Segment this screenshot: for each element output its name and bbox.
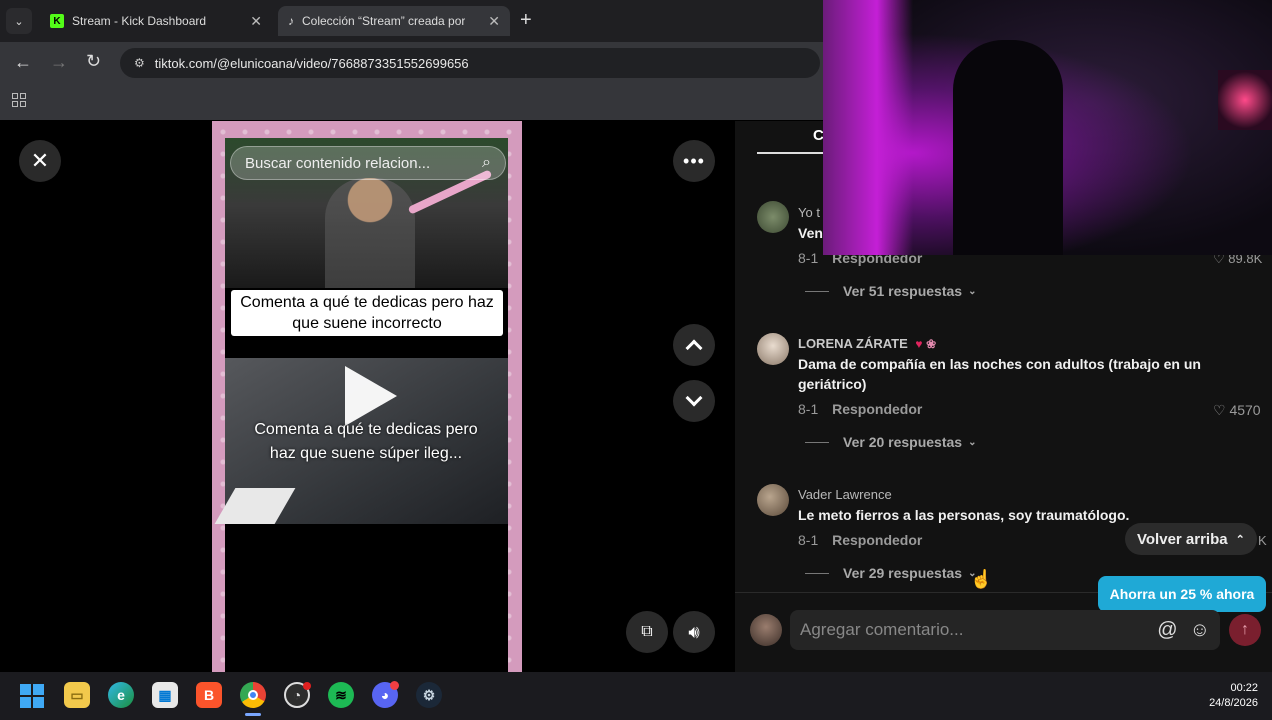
video-search-bar[interactable]: Buscar contenido relacion... ⌕: [230, 146, 506, 180]
chevron-down-icon: ⌄: [968, 285, 977, 297]
tab-label: Stream - Kick Dashboard: [72, 14, 207, 28]
notification-badge: [390, 681, 399, 690]
windows-start-icon[interactable]: [20, 684, 44, 708]
url-text: tiktok.com/@elunicoana/video/76688733515…: [154, 55, 469, 71]
reply-button[interactable]: Respondedor: [832, 532, 922, 548]
new-tab-button[interactable]: +: [520, 9, 532, 32]
comment-date: 8-1: [798, 532, 819, 548]
edge-icon[interactable]: e: [108, 682, 134, 708]
video-caption-bottom: Comenta a qué te dedicas pero haz que su…: [254, 421, 478, 462]
tab-label: Colección “Stream” creada por: [302, 14, 466, 28]
chevron-down-icon: [685, 389, 703, 407]
divider: [805, 441, 829, 443]
reply-button[interactable]: Respondedor: [832, 401, 922, 417]
comment-input[interactable]: Agregar comentario... @ ☺: [790, 610, 1220, 650]
previous-video-button[interactable]: [673, 324, 715, 366]
tab-kick-dashboard[interactable]: K Stream - Kick Dashboard ✕: [40, 6, 272, 36]
store-icon[interactable]: ▦: [152, 682, 178, 708]
tab-underline: [757, 152, 827, 154]
mouse-pointer-icon: ☝: [970, 569, 993, 589]
comment-author[interactable]: Yo t: [798, 205, 820, 220]
url-bar[interactable]: ⚙ tiktok.com/@elunicoana/video/766887335…: [120, 48, 820, 78]
clock[interactable]: 00:22 24/8/2026: [1190, 681, 1258, 711]
flower-emoji-icon: ❀: [926, 337, 937, 351]
comment-avatar[interactable]: [757, 333, 789, 365]
chevron-up-icon: [685, 339, 703, 357]
comment-date: 8-1: [798, 401, 819, 417]
heart-icon: ♡: [1213, 402, 1226, 418]
comment-avatar[interactable]: [757, 201, 789, 233]
emoji-icon[interactable]: ☺: [1190, 619, 1210, 642]
webcam-person-silhouette: [953, 40, 1063, 255]
comment-avatar[interactable]: [757, 484, 789, 516]
comment-text: Ven: [798, 225, 823, 241]
video-search-placeholder: Buscar contenido relacion...: [245, 154, 431, 172]
comment-text: Le meto fierros a las personas, soy trau…: [798, 507, 1130, 523]
comment-meta: 8-1 Respondedor: [798, 532, 922, 548]
comment-meta: 8-1 Respondedor: [798, 401, 922, 417]
close-tab-icon[interactable]: ✕: [488, 13, 500, 30]
paper-shape: [214, 488, 296, 524]
back-arrow-icon[interactable]: ←: [14, 52, 32, 73]
close-tab-icon[interactable]: ✕: [250, 13, 262, 30]
forward-arrow-icon[interactable]: →: [50, 52, 68, 73]
like-count[interactable]: K: [1258, 533, 1267, 548]
tiktok-logo-icon: ♪: [288, 14, 294, 28]
comment-author[interactable]: LORENA ZÁRATE ♥ ❀: [798, 336, 936, 351]
active-app-indicator: [245, 713, 261, 716]
tab-search-button[interactable]: ⌄: [6, 8, 32, 34]
divider: [805, 572, 829, 574]
comment-author[interactable]: Vader Lawrence: [798, 487, 892, 502]
recording-badge: [303, 682, 311, 690]
mention-icon[interactable]: @: [1157, 619, 1177, 642]
my-avatar[interactable]: [750, 614, 782, 646]
volume-button[interactable]: 🔊︎: [673, 611, 715, 653]
video-caption-top: Comenta a qué te dedicas pero haz que su…: [231, 290, 503, 336]
close-video-button[interactable]: ✕: [19, 140, 61, 182]
apps-grid-icon[interactable]: [12, 93, 26, 107]
search-icon[interactable]: ⌕: [482, 154, 491, 172]
webcam-light-right: [1218, 70, 1272, 130]
clock-time: 00:22: [1230, 682, 1258, 694]
tab-tiktok-collection[interactable]: ♪ Colección “Stream” creada por ✕: [278, 6, 510, 36]
chevron-down-icon: ⌄: [968, 436, 977, 448]
kick-logo-icon: K: [50, 14, 64, 28]
taskbar: [0, 672, 1272, 720]
reload-icon[interactable]: ↻: [86, 51, 101, 72]
steam-icon[interactable]: ⚙: [416, 682, 442, 708]
divider: [805, 290, 829, 292]
file-explorer-icon[interactable]: ▭: [64, 682, 90, 708]
spotify-icon[interactable]: ≋: [328, 682, 354, 708]
webcam-overlay: [823, 0, 1272, 255]
view-replies-button[interactable]: Ver 29 respuestas ⌄: [805, 565, 976, 581]
person-silhouette: [325, 178, 415, 288]
comment-date: 8-1: [798, 250, 819, 266]
back-to-top-button[interactable]: Volver arriba ⌃: [1125, 523, 1257, 555]
like-count[interactable]: ♡ 4570: [1213, 402, 1261, 419]
promo-button[interactable]: Ahorra un 25 % ahora: [1098, 576, 1266, 612]
next-video-button[interactable]: [673, 380, 715, 422]
site-settings-icon[interactable]: ⚙: [134, 56, 145, 70]
send-comment-button[interactable]: ↑: [1229, 614, 1261, 646]
view-replies-button[interactable]: Ver 20 respuestas ⌄: [805, 434, 976, 450]
double-chevron-up-icon: ⌃: [1235, 533, 1245, 546]
view-replies-button[interactable]: Ver 51 respuestas ⌄: [805, 283, 976, 299]
comment-text: Dama de compañía en las noches con adult…: [798, 356, 1201, 392]
more-options-button[interactable]: •••: [673, 140, 715, 182]
clock-date: 24/8/2026: [1209, 697, 1258, 709]
brave-icon[interactable]: B: [196, 682, 222, 708]
heart-emoji-icon: ♥: [915, 337, 923, 351]
picture-in-picture-button[interactable]: ⧉: [626, 611, 668, 653]
play-icon[interactable]: [345, 366, 397, 426]
webcam-light-left: [823, 0, 913, 255]
chrome-icon[interactable]: [240, 682, 266, 708]
